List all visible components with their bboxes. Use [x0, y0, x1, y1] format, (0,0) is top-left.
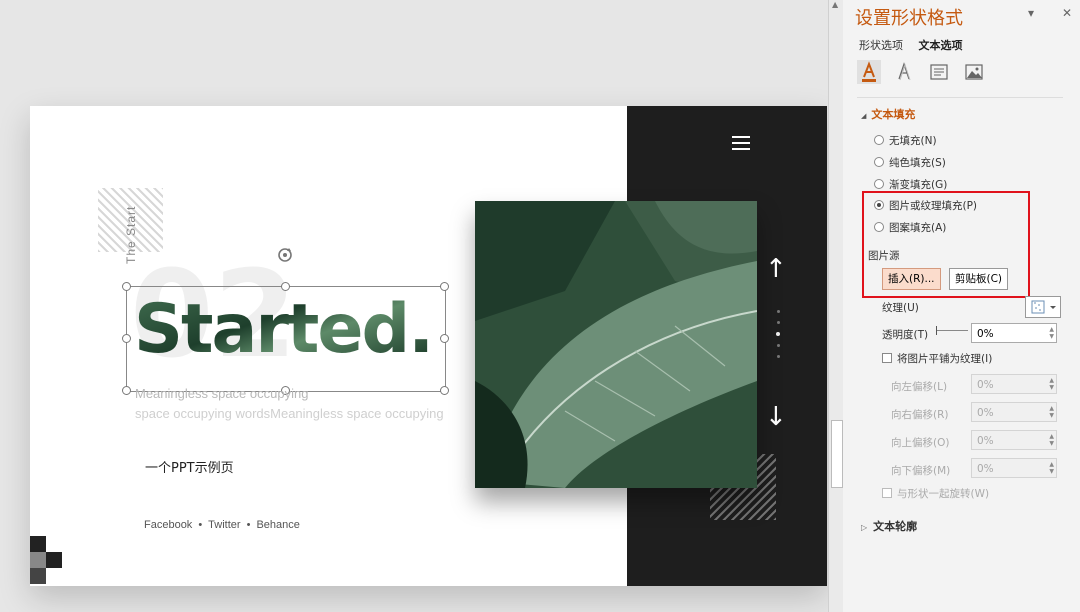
radio-gradient-fill[interactable]: 渐变填充(G) — [874, 177, 947, 192]
resize-handle[interactable] — [281, 282, 290, 291]
slide-canvas-area: ↑ ↓ The Start 02 Started. Meaningless sp… — [0, 0, 828, 612]
tile-checkbox[interactable]: 将图片平铺为纹理(I) — [882, 351, 992, 366]
social-link-twitter[interactable]: Twitter — [208, 519, 240, 531]
divider — [857, 97, 1063, 98]
resize-handle[interactable] — [440, 334, 449, 343]
transparency-label: 透明度(T) — [882, 329, 929, 341]
section-text-fill[interactable]: ◢ 文本填充 — [861, 106, 915, 122]
resize-handle[interactable] — [440, 386, 449, 395]
section-text-outline[interactable]: ▷ 文本轮廓 — [861, 518, 917, 534]
rotate-handle-icon[interactable] — [276, 246, 294, 264]
texture-picker-button[interactable] — [1025, 296, 1061, 318]
page-indicator-dots — [775, 310, 781, 366]
slide[interactable]: ↑ ↓ The Start 02 Started. Meaningless sp… — [30, 106, 827, 586]
text-effects-icon[interactable] — [892, 60, 916, 84]
transparency-slider[interactable] — [936, 326, 968, 335]
arrow-down-icon[interactable]: ↓ — [765, 402, 787, 432]
texture-label: 纹理(U) — [882, 302, 919, 314]
tab-text-options[interactable]: 文本选项 — [919, 39, 963, 52]
selection-box[interactable] — [126, 286, 446, 392]
resize-handle[interactable] — [122, 334, 131, 343]
leaf-photo[interactable] — [475, 201, 757, 488]
resize-handle[interactable] — [122, 386, 131, 395]
text-fill-outline-icon[interactable] — [857, 60, 881, 84]
social-links: Facebook • Twitter • Behance — [144, 519, 300, 531]
resize-handle[interactable] — [440, 282, 449, 291]
textbox-icon[interactable] — [927, 60, 951, 84]
chinese-title: 一个PPT示例页 — [145, 461, 234, 476]
pane-options-icon[interactable]: ▾ — [1028, 6, 1034, 20]
arrow-up-icon[interactable]: ↑ — [765, 254, 787, 284]
offset-bottom-label: 向下偏移(M) — [891, 465, 951, 477]
picture-icon[interactable] — [962, 60, 986, 84]
offset-left-input[interactable]: 0% ▲ ▼ — [971, 374, 1057, 394]
menu-icon[interactable] — [732, 136, 750, 150]
radio-solid-fill[interactable]: 纯色填充(S) — [874, 155, 946, 170]
subtitle-line-1: Meaningless space occupying — [135, 386, 309, 401]
scrollbar-thumb[interactable] — [831, 420, 843, 488]
social-link-facebook[interactable]: Facebook — [144, 519, 192, 531]
pane-tabs: 形状选项 文本选项 — [859, 37, 975, 53]
highlight-box — [862, 191, 1030, 298]
format-shape-pane: 设置形状格式 ▾ ✕ 形状选项 文本选项 ◢ 文本填充 无填充(N) 纯色填充(S… — [843, 0, 1080, 612]
subtitle-line-2: space occupying wordsMeaningless space o… — [135, 406, 444, 421]
tab-shape-options[interactable]: 形状选项 — [859, 39, 903, 52]
vertical-scrollbar[interactable]: ▲ — [828, 0, 843, 612]
transparency-input[interactable]: 0% ▲ ▼ — [971, 323, 1057, 343]
offset-bottom-input[interactable]: 0% ▲ ▼ — [971, 458, 1057, 478]
rotate-with-shape-checkbox[interactable]: 与形状一起旋转(W) — [882, 486, 989, 501]
pane-title: 设置形状格式 — [855, 8, 963, 29]
offset-right-input[interactable]: 0% ▲ ▼ — [971, 402, 1057, 422]
offset-top-input[interactable]: 0% ▲ ▼ — [971, 430, 1057, 450]
social-link-behance[interactable]: Behance — [256, 519, 299, 531]
offset-left-label: 向左偏移(L) — [891, 381, 948, 393]
scroll-up-icon[interactable]: ▲ — [832, 0, 838, 9]
offset-top-label: 向上偏移(O) — [891, 437, 950, 449]
close-icon[interactable]: ✕ — [1062, 6, 1072, 20]
radio-no-fill[interactable]: 无填充(N) — [874, 133, 937, 148]
offset-right-label: 向右偏移(R) — [891, 409, 949, 421]
resize-handle[interactable] — [122, 282, 131, 291]
expand-triangle-icon: ▷ — [861, 523, 868, 532]
collapse-triangle-icon: ◢ — [861, 112, 867, 120]
